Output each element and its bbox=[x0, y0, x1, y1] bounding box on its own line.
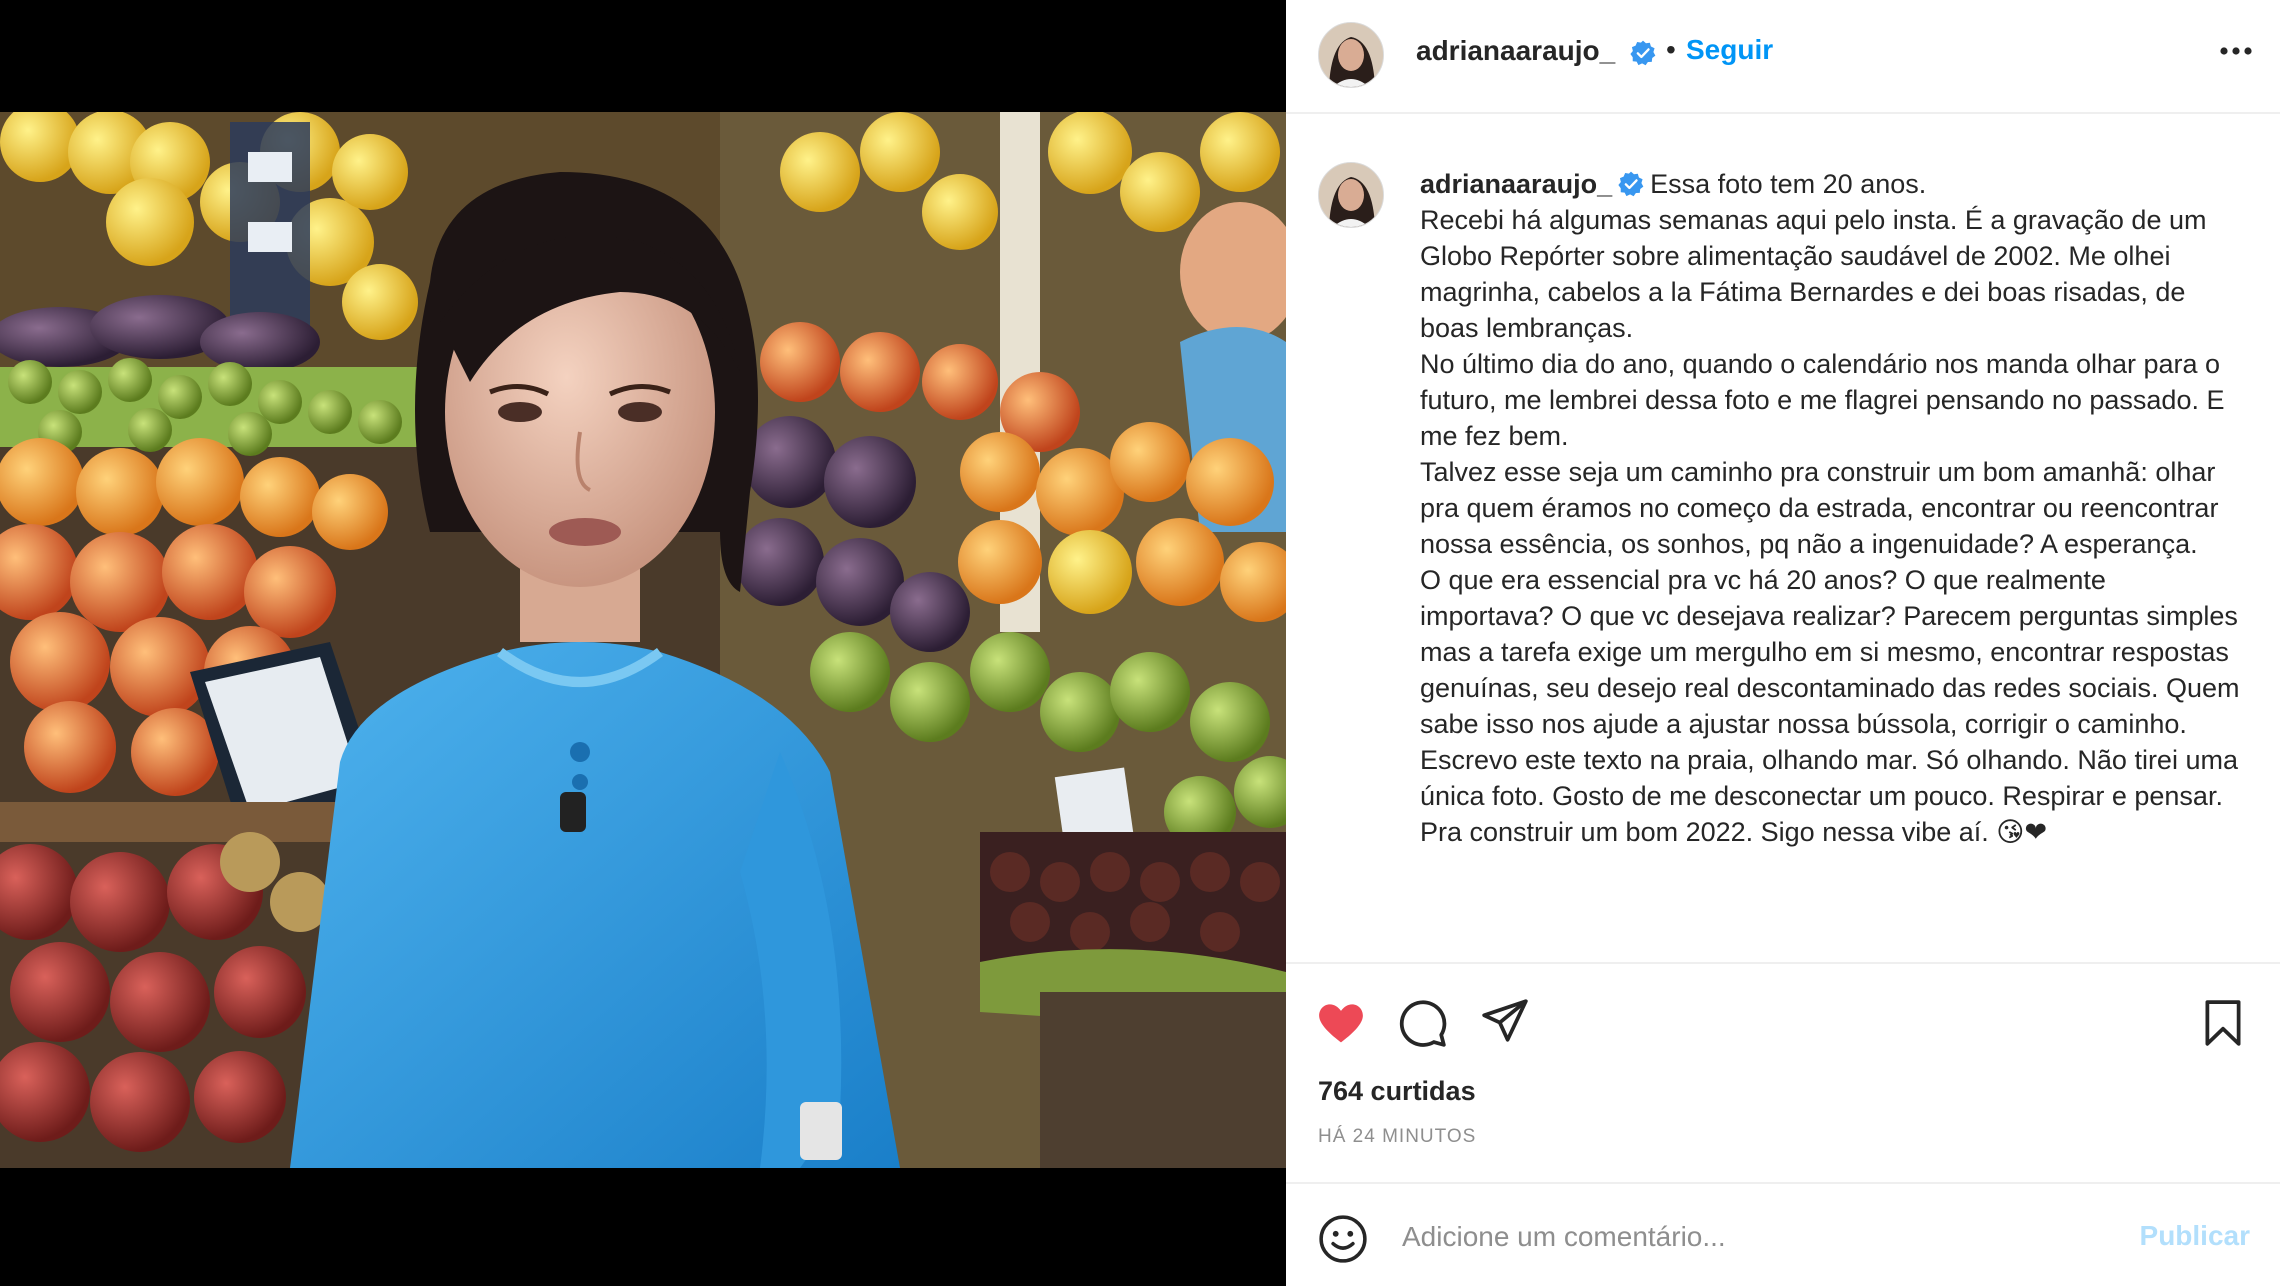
caption-body: Recebi há algumas semanas aqui pelo inst… bbox=[1420, 205, 2240, 847]
caption-first-line: Essa foto tem 20 anos. bbox=[1650, 169, 1927, 199]
post-photo[interactable] bbox=[0, 112, 1286, 1168]
likes-count[interactable]: 764 curtidas bbox=[1318, 1076, 1476, 1107]
post-timestamp[interactable]: HÁ 24 MINUTOS bbox=[1318, 1126, 1476, 1148]
caption-section: adrianaaraujo_ Essa foto tem 20 anos. Rec… bbox=[1286, 114, 2280, 964]
caption-author-avatar[interactable] bbox=[1318, 162, 1384, 228]
post-side-panel: adrianaaraujo_ • Seguir adrianaaraujo_ E… bbox=[1286, 0, 2280, 1286]
author-avatar[interactable] bbox=[1318, 22, 1384, 88]
paper-plane-icon[interactable] bbox=[1480, 996, 1530, 1046]
header-dot-separator: • bbox=[1666, 34, 1676, 65]
caption-text: adrianaaraujo_ Essa foto tem 20 anos. Rec… bbox=[1420, 166, 2240, 850]
verified-badge-icon bbox=[1630, 40, 1656, 66]
heart-filled-icon[interactable] bbox=[1316, 998, 1366, 1048]
comment-bar: Publicar bbox=[1286, 1182, 2280, 1286]
caption-username[interactable]: adrianaaraujo_ bbox=[1420, 169, 1612, 199]
more-dots-icon[interactable] bbox=[2216, 36, 2256, 66]
verified-badge-icon bbox=[1618, 171, 1644, 197]
follow-button[interactable]: Seguir bbox=[1686, 34, 1773, 66]
emoji-smile-icon[interactable] bbox=[1318, 1214, 1368, 1264]
instagram-post-view: adrianaaraujo_ • Seguir adrianaaraujo_ E… bbox=[0, 0, 2280, 1286]
post-media-panel bbox=[0, 0, 1286, 1286]
bookmark-icon[interactable] bbox=[2198, 998, 2248, 1048]
post-header: adrianaaraujo_ • Seguir bbox=[1286, 0, 2280, 114]
post-actions: 764 curtidas HÁ 24 MINUTOS bbox=[1286, 962, 2280, 1182]
author-username[interactable]: adrianaaraujo_ bbox=[1416, 35, 1615, 67]
comment-bubble-icon[interactable] bbox=[1398, 998, 1448, 1048]
publish-button[interactable]: Publicar bbox=[2140, 1220, 2250, 1252]
comment-input[interactable] bbox=[1400, 1210, 2104, 1264]
